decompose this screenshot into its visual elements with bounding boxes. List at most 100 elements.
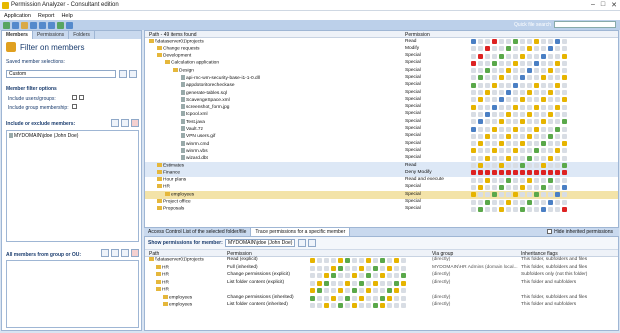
- remove-member-icon[interactable]: [131, 119, 139, 127]
- group-member-list[interactable]: [6, 260, 139, 328]
- tree-row[interactable]: Development Special: [145, 53, 618, 60]
- menu-help[interactable]: Help: [61, 13, 72, 19]
- permission-cell: [499, 104, 504, 110]
- permission-cell: [471, 192, 476, 198]
- table-row[interactable]: employees Change permissions (inherited) (…: [145, 294, 618, 303]
- saved-selection-dropdown[interactable]: Custom: [6, 70, 116, 78]
- tree-row[interactable]: employees Special: [145, 191, 618, 199]
- settings-icon[interactable]: [57, 21, 64, 29]
- permission-cell: [499, 75, 504, 81]
- tree-row[interactable]: Design Special: [145, 67, 618, 74]
- tree-row[interactable]: Calculation application Special: [145, 60, 618, 67]
- tree-row[interactable]: ScavengeSpace.xml Special: [145, 96, 618, 103]
- save-selection-icon[interactable]: [119, 70, 127, 78]
- permission-cell: [548, 177, 553, 183]
- permission-cell: [541, 163, 546, 169]
- permission-cell: [401, 258, 406, 263]
- tree-row[interactable]: VPN users.gif Special: [145, 133, 618, 140]
- tree-row-name: screenshot_form.jpg: [181, 104, 229, 110]
- edit-group-icon[interactable]: [121, 249, 129, 257]
- tab-folders[interactable]: Folders: [69, 31, 95, 39]
- tree-row[interactable]: screenshot_form.jpg Special: [145, 104, 618, 111]
- permission-cell: [485, 82, 490, 88]
- start-scan-icon[interactable]: [3, 21, 10, 29]
- table-row[interactable]: HR: [145, 287, 618, 295]
- tree-row[interactable]: Project office Special: [145, 199, 618, 206]
- permission-cell: [394, 280, 399, 286]
- menu-report[interactable]: Report: [38, 13, 55, 19]
- permission-cell: [471, 111, 476, 117]
- tree-row[interactable]: \\dataserver01\projects Read: [145, 38, 618, 45]
- tree-row[interactable]: wizard.dbt Special: [145, 155, 618, 162]
- permission-cell: [317, 280, 322, 286]
- tree-row[interactable]: api-rnc-wm-security-base-i1-1-0.dll Speci…: [145, 74, 618, 81]
- export-icon[interactable]: [48, 21, 55, 29]
- tree-row[interactable]: Vault.7z Special: [145, 126, 618, 133]
- minimize-icon[interactable]: –: [591, 1, 595, 9]
- tree-row[interactable]: winrm.cmd Special: [145, 140, 618, 147]
- tab-trace[interactable]: Trace permissions for a specific member: [251, 228, 351, 236]
- table-row[interactable]: HR Full (inherited) MYDOMAIN\HR Admins (do…: [145, 264, 618, 273]
- tree-row[interactable]: winrm.vbs Special: [145, 147, 618, 154]
- member-select[interactable]: MYDOMAIN\jdoe (John Doe): [225, 239, 295, 247]
- hide-inherited-checkbox[interactable]: [547, 229, 553, 235]
- table-row[interactable]: HR List folder content (explicit) (directl…: [145, 279, 618, 288]
- include-groups-checkbox[interactable]: [79, 95, 84, 101]
- permission-cell: [506, 97, 511, 103]
- tab-acl[interactable]: Access Control List of the selected fold…: [144, 228, 252, 236]
- close-icon[interactable]: ✕: [611, 1, 617, 9]
- include-users-checkbox[interactable]: [72, 95, 77, 101]
- permission-cell: [499, 133, 504, 139]
- trace-permission: Change permissions (explicit): [227, 272, 290, 277]
- table-row[interactable]: employees List folder content (inherited)…: [145, 302, 618, 310]
- permission-cell: [548, 155, 553, 161]
- edit-member-icon[interactable]: [121, 119, 129, 127]
- tree-row[interactable]: Change requests Modify: [145, 45, 618, 52]
- open-icon[interactable]: [21, 21, 28, 29]
- tree-row[interactable]: Hour plans Read and execute: [145, 177, 618, 184]
- tree-row-permission: Special: [405, 199, 421, 205]
- search-member-icon[interactable]: [298, 239, 306, 247]
- report-icon[interactable]: [39, 21, 46, 29]
- browse-group-icon[interactable]: [111, 249, 119, 257]
- menu-application[interactable]: Application: [4, 13, 31, 19]
- save-icon[interactable]: [30, 21, 37, 29]
- tree-row[interactable]: Test.java Special: [145, 118, 618, 125]
- file-icon: [181, 89, 185, 95]
- permission-cell: [331, 295, 336, 301]
- table-row[interactable]: HR Change permissions (explicit) (directly…: [145, 272, 618, 280]
- add-group-icon[interactable]: [101, 249, 109, 257]
- hide-inherited-option[interactable]: Hide inherited permissions: [541, 228, 619, 236]
- tree-row[interactable]: appdotoritorecheckase Special: [145, 82, 618, 89]
- permission-cell: [499, 177, 504, 183]
- tree-row[interactable]: HR Special: [145, 184, 618, 191]
- stop-icon[interactable]: [12, 21, 19, 29]
- delete-selection-icon[interactable]: [129, 70, 137, 78]
- browse-member-icon[interactable]: [308, 239, 316, 247]
- quick-search-input[interactable]: [554, 21, 616, 28]
- trace-via: (directly): [432, 294, 451, 300]
- permission-cell: [513, 148, 518, 154]
- member-list[interactable]: MYDOMAIN\jdoe (John Doe): [6, 130, 139, 242]
- tab-permissions[interactable]: Permissions: [33, 31, 70, 39]
- maximize-icon[interactable]: □: [601, 1, 605, 9]
- tree-row[interactable]: generate-tables.sql Special: [145, 89, 618, 96]
- tree-row[interactable]: Proposals Special: [145, 206, 618, 213]
- tab-members[interactable]: Members: [2, 31, 33, 39]
- tree-row[interactable]: Finance Deny Modify: [145, 169, 618, 177]
- permission-cell: [373, 273, 378, 278]
- help-icon[interactable]: [66, 21, 73, 29]
- tree-row[interactable]: Estimates Read: [145, 162, 618, 170]
- permission-cell: [506, 184, 511, 190]
- permission-cell: [366, 303, 371, 308]
- permission-cell: [548, 111, 553, 117]
- add-member-icon[interactable]: [111, 119, 119, 127]
- tree-row[interactable]: tcpool.xml Special: [145, 111, 618, 118]
- include-membership-checkbox[interactable]: [72, 104, 77, 110]
- list-item[interactable]: MYDOMAIN\jdoe (John Doe): [7, 131, 138, 141]
- tree-row-permission: Read: [405, 162, 417, 168]
- permission-cell: [478, 206, 483, 212]
- table-row[interactable]: \\dataserver01\projects Read (explicit) (d…: [145, 257, 618, 265]
- remove-group-icon[interactable]: [131, 249, 139, 257]
- permission-cells: [471, 111, 567, 117]
